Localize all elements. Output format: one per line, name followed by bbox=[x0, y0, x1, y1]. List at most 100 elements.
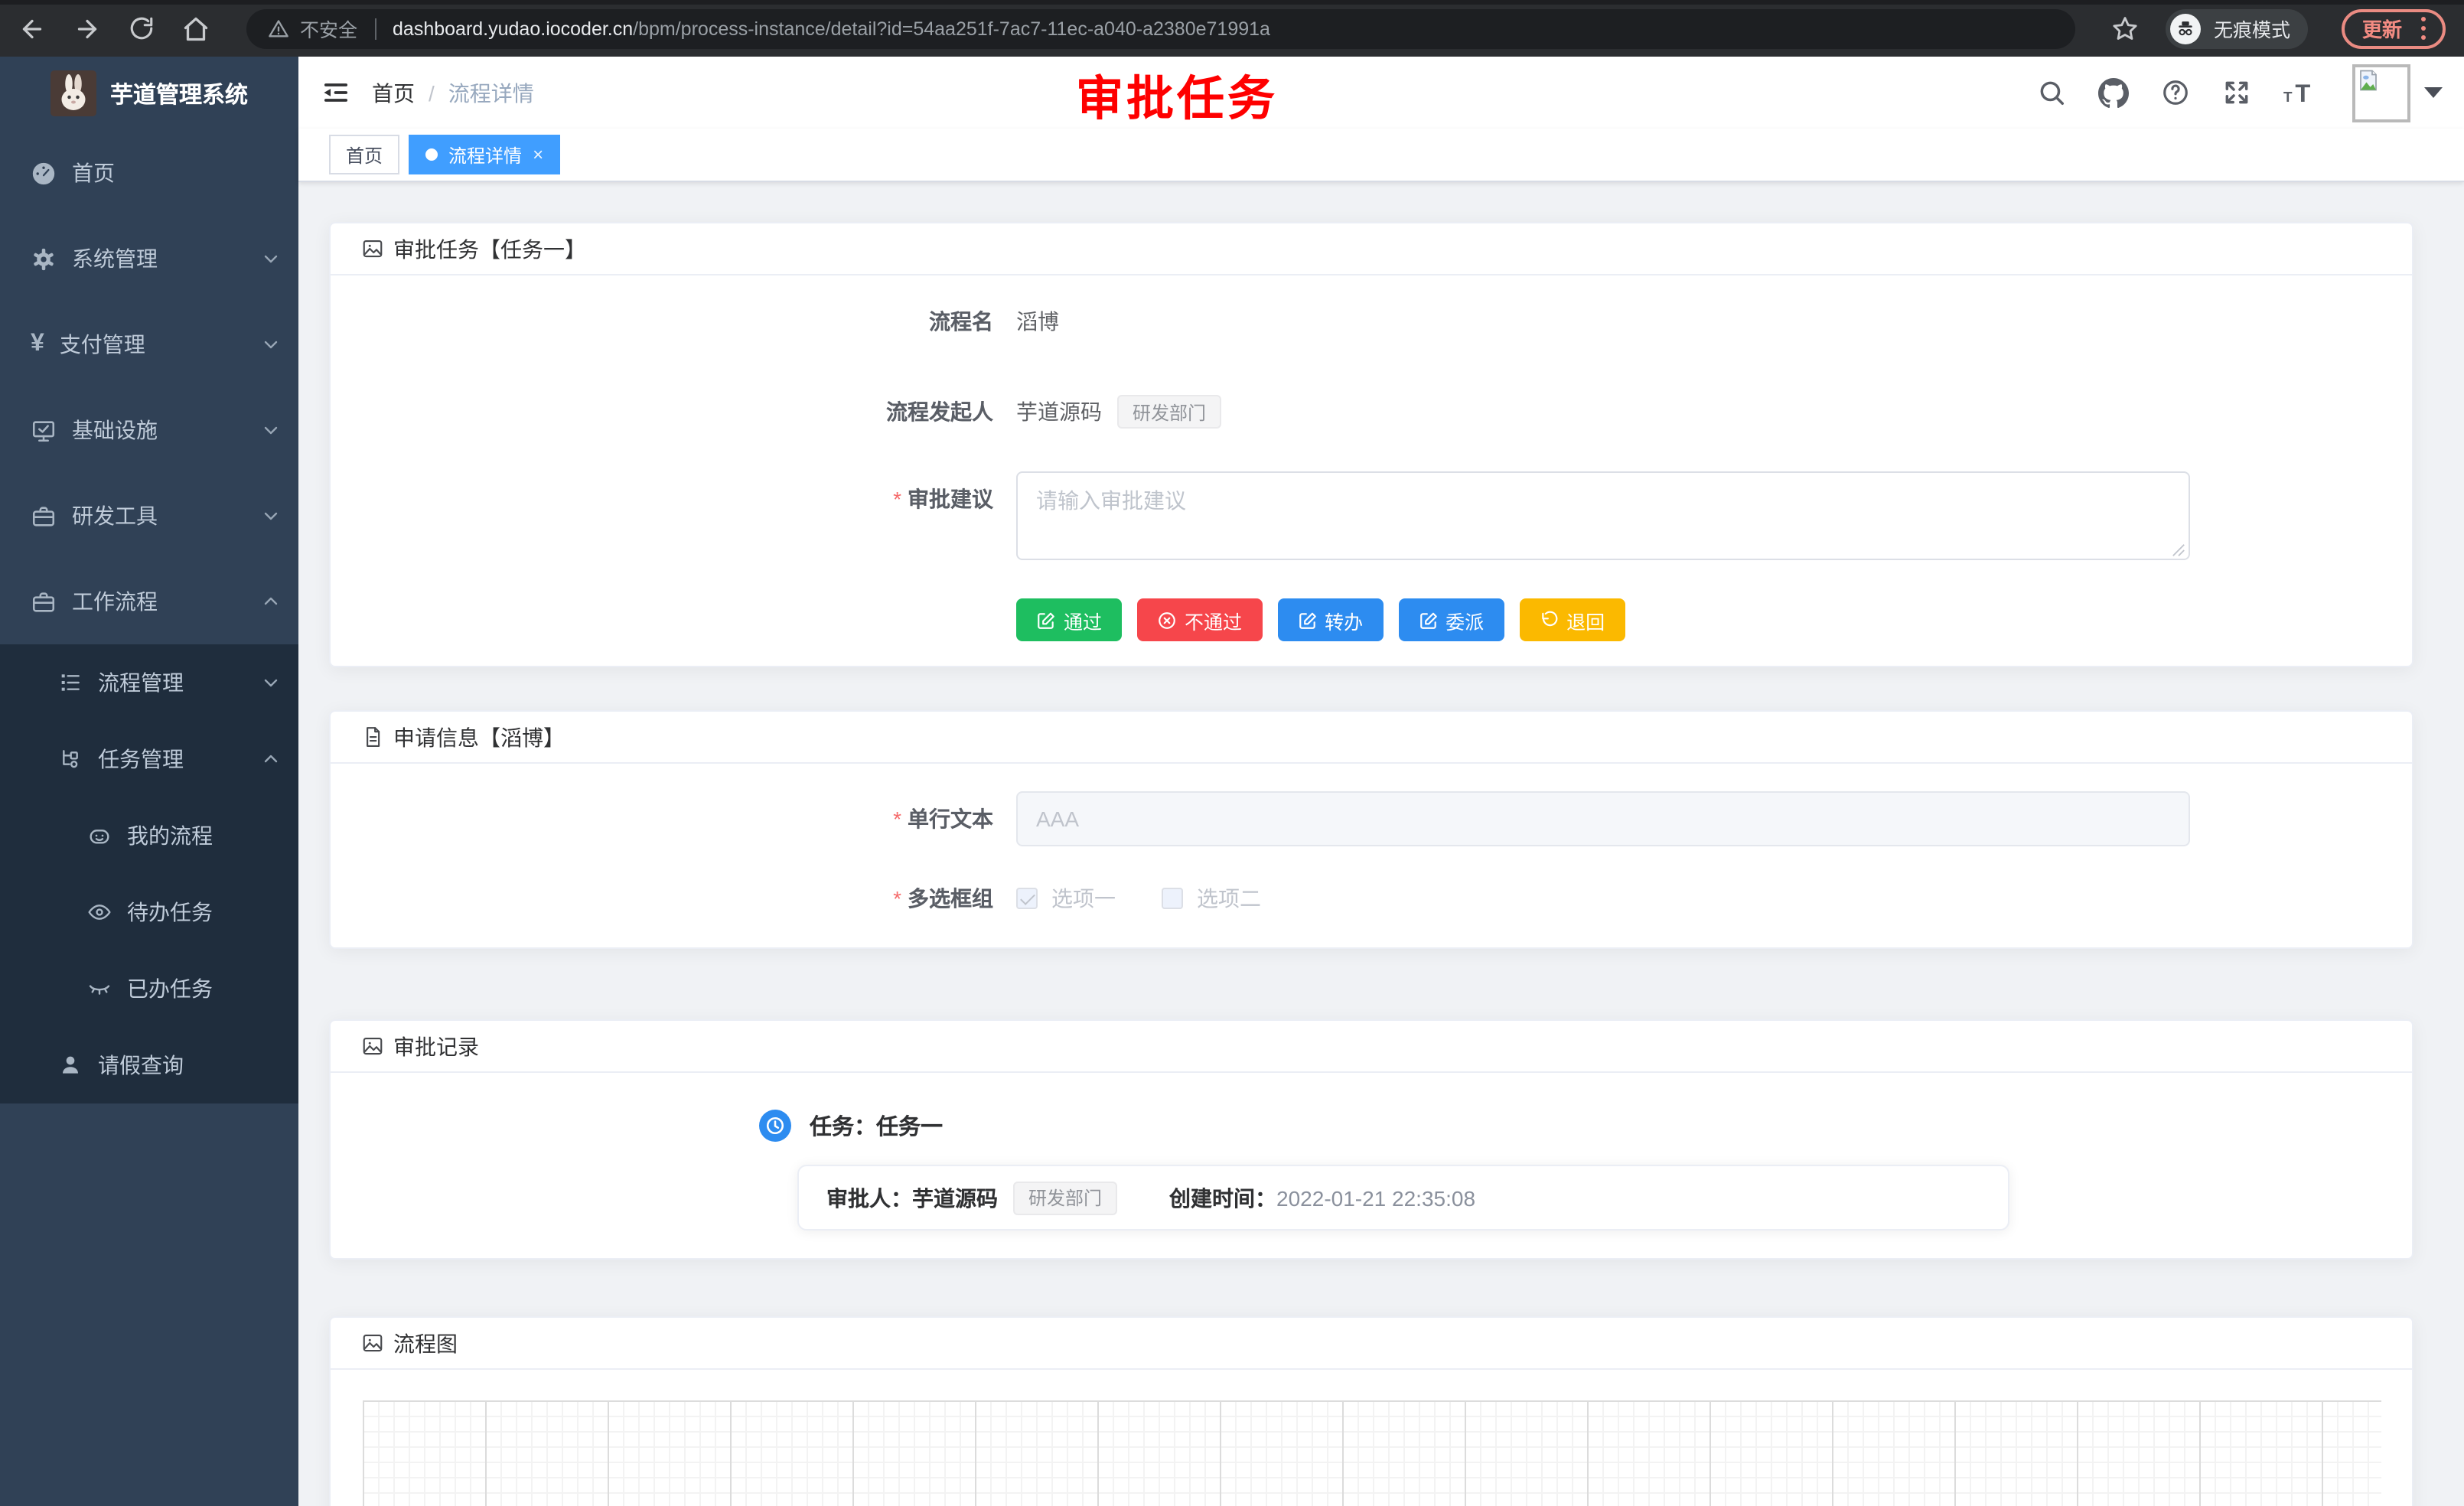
browser-update-button[interactable]: 更新 bbox=[2342, 8, 2446, 48]
field-label: 流程名 bbox=[331, 306, 1016, 337]
incognito-badge: 无痕模式 bbox=[2166, 8, 2309, 48]
process-diagram-card: 流程图 bbox=[329, 1316, 2413, 1506]
sidebar-item-workflow[interactable]: 工作流程 bbox=[0, 559, 298, 644]
bpmn-canvas[interactable] bbox=[363, 1400, 2381, 1506]
eye-icon bbox=[87, 900, 112, 924]
approve-button[interactable]: 通过 bbox=[1016, 598, 1122, 641]
reload-icon[interactable] bbox=[129, 15, 155, 41]
delegate-button[interactable]: 委派 bbox=[1398, 598, 1504, 641]
forward-icon[interactable] bbox=[73, 15, 101, 42]
address-bar[interactable]: 不安全 dashboard.yudao.iocoder.cn/bpm/proce… bbox=[246, 8, 2076, 48]
reject-button[interactable]: 不通过 bbox=[1137, 598, 1262, 641]
sidebar-item-task-management[interactable]: 任务管理 bbox=[0, 721, 298, 797]
application-card-header: 申请信息【滔博】 bbox=[331, 712, 2412, 764]
transfer-button[interactable]: 转办 bbox=[1277, 598, 1383, 641]
toolbox-icon bbox=[31, 588, 57, 614]
svg-text:T: T bbox=[2295, 80, 2310, 107]
sidebar-item-done-tasks[interactable]: 已办任务 bbox=[0, 950, 298, 1027]
sidebar-item-todo-tasks[interactable]: 待办任务 bbox=[0, 874, 298, 950]
toolbox-icon bbox=[31, 503, 57, 529]
sidebar-logo-row[interactable]: 芋道管理系统 bbox=[0, 57, 298, 130]
sidebar-item-my-process[interactable]: 我的流程 bbox=[0, 797, 298, 874]
checkbox-unchecked-icon bbox=[1162, 888, 1183, 909]
browser-toolbar: 不安全 dashboard.yudao.iocoder.cn/bpm/proce… bbox=[0, 0, 2464, 57]
avatar-broken-image bbox=[2352, 64, 2410, 122]
incognito-icon bbox=[2171, 13, 2202, 44]
font-size-icon[interactable]: TT bbox=[2283, 78, 2320, 107]
checkbox-group: 选项一 选项二 bbox=[1016, 883, 1261, 914]
sidebar-item-label: 研发工具 bbox=[72, 500, 158, 531]
red-annotation-title: 审批任务 bbox=[1076, 60, 1278, 129]
tab-process-detail[interactable]: 流程详情 × bbox=[409, 135, 560, 174]
sidebar-item-label: 工作流程 bbox=[72, 586, 158, 617]
approval-record-card: 审批记录 任务：任务一 审批人： 芋道源码 研发部门 bbox=[329, 1019, 2413, 1260]
card-title: 流程图 bbox=[393, 1328, 458, 1358]
close-icon[interactable]: × bbox=[533, 145, 543, 164]
github-icon[interactable] bbox=[2098, 77, 2129, 108]
fullscreen-icon[interactable] bbox=[2222, 78, 2251, 107]
search-icon[interactable] bbox=[2037, 78, 2066, 107]
yen-icon: ¥ bbox=[31, 332, 44, 357]
chevron-down-icon bbox=[262, 507, 286, 525]
browser-menu-icon[interactable] bbox=[2420, 17, 2426, 41]
sidebar-item-label: 已办任务 bbox=[127, 973, 213, 1004]
return-button[interactable]: 退回 bbox=[1519, 598, 1625, 641]
tab-home[interactable]: 首页 bbox=[329, 135, 399, 174]
timeline-item: 任务：任务一 bbox=[759, 1107, 2412, 1143]
sidebar-item-devtools[interactable]: 研发工具 bbox=[0, 473, 298, 559]
checkbox-checked-icon bbox=[1016, 888, 1038, 909]
help-icon[interactable] bbox=[2161, 78, 2190, 107]
rollback-icon bbox=[1539, 610, 1559, 630]
chevron-up-icon bbox=[262, 592, 286, 611]
process-name-value: 滔博 bbox=[1016, 306, 1059, 337]
approver-label: 审批人： bbox=[826, 1182, 912, 1213]
field-label: *审批建议 bbox=[331, 471, 1016, 514]
resize-handle-icon[interactable] bbox=[2172, 543, 2185, 557]
bookmark-star-icon[interactable] bbox=[2113, 15, 2139, 41]
robot-icon bbox=[87, 823, 112, 848]
sidebar-item-label: 基础设施 bbox=[72, 415, 158, 445]
approval-comment-input[interactable] bbox=[1016, 471, 2190, 560]
card-title: 申请信息【滔博】 bbox=[393, 722, 565, 752]
approval-actions: 通过 不通过 bbox=[1016, 598, 2412, 641]
process-name-row: 流程名 滔博 bbox=[331, 306, 2412, 337]
sidebar-item-infrastructure[interactable]: 基础设施 bbox=[0, 387, 298, 473]
required-asterisk: * bbox=[893, 886, 901, 911]
task-title: 任务：任务一 bbox=[810, 1109, 943, 1141]
edit-icon bbox=[1418, 610, 1438, 630]
circle-close-icon bbox=[1157, 610, 1177, 630]
sidebar-item-home[interactable]: 首页 bbox=[0, 130, 298, 216]
checkbox-option-2: 选项二 bbox=[1162, 883, 1261, 914]
list-icon bbox=[58, 670, 83, 695]
update-label: 更新 bbox=[2362, 14, 2402, 43]
sidebar-item-payment[interactable]: ¥ 支付管理 bbox=[0, 302, 298, 387]
user-menu[interactable] bbox=[2352, 64, 2443, 122]
department-tag: 研发部门 bbox=[1013, 1181, 1117, 1214]
document-icon bbox=[361, 725, 384, 748]
single-line-text-input bbox=[1016, 791, 2190, 846]
sidebar-item-leave-query[interactable]: 请假查询 bbox=[0, 1027, 298, 1103]
breadcrumb-home[interactable]: 首页 bbox=[372, 77, 415, 108]
checkbox-option-1: 选项一 bbox=[1016, 883, 1116, 914]
field-label: 流程发起人 bbox=[331, 396, 1016, 427]
card-title: 审批记录 bbox=[393, 1031, 479, 1061]
sidebar-item-label: 待办任务 bbox=[127, 897, 213, 927]
record-card-header: 审批记录 bbox=[331, 1021, 2412, 1073]
picture-icon bbox=[361, 237, 384, 260]
approver-name: 芋道源码 bbox=[912, 1182, 998, 1213]
sidebar-item-system[interactable]: 系统管理 bbox=[0, 216, 298, 302]
back-icon[interactable] bbox=[18, 15, 46, 42]
gear-icon bbox=[31, 246, 57, 272]
initiator-value: 芋道源码 bbox=[1016, 396, 1102, 427]
text-field-row: *单行文本 bbox=[331, 791, 2412, 846]
approval-record-detail: 审批人： 芋道源码 研发部门 创建时间： 2022-01-21 22:35:08 bbox=[797, 1165, 2009, 1231]
sidebar: 芋道管理系统 首页 系统管理 ¥ 支付管理 bbox=[0, 57, 298, 1506]
home-icon[interactable] bbox=[182, 15, 210, 42]
sidebar-collapse-icon[interactable] bbox=[298, 78, 372, 107]
url-host: dashboard.yudao.iocoder.cn bbox=[393, 18, 633, 39]
clock-icon bbox=[759, 1109, 791, 1141]
chevron-down-icon bbox=[262, 249, 286, 268]
sidebar-item-process-management[interactable]: 流程管理 bbox=[0, 644, 298, 721]
chevron-down-icon bbox=[2424, 86, 2443, 97]
user-icon bbox=[58, 1053, 83, 1077]
